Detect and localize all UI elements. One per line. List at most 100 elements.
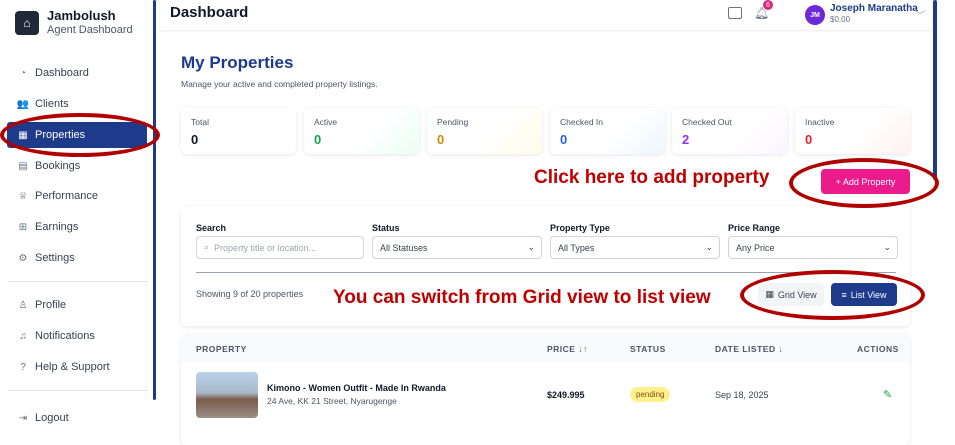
column-header-actions: ACTIONS xyxy=(857,344,899,354)
stat-card-pending: Pending 0 xyxy=(427,108,542,154)
top-bar: Dashboard 🔔︎ 6 JM Joseph Maranatha $0.00… xyxy=(160,0,932,30)
dashboard-icon: ◔ xyxy=(19,67,27,79)
status-label: Status xyxy=(372,223,400,233)
sidebar-item-label: Earnings xyxy=(35,221,79,233)
stat-card-active: Active 0 xyxy=(304,108,419,154)
chevron-down-icon: ⌄ xyxy=(527,242,535,252)
stat-value: 0 xyxy=(560,132,568,147)
sidebar-item-label: Help & Support xyxy=(35,361,110,373)
status-select[interactable]: All Statuses ⌄ xyxy=(372,236,542,259)
page-scrollbar[interactable] xyxy=(933,0,937,180)
stat-label: Total xyxy=(191,117,209,127)
gear-icon: ⚙ xyxy=(18,252,28,264)
view-switch-hint: You can switch from Grid view to list vi… xyxy=(333,287,711,308)
notification-badge: 6 xyxy=(763,0,773,10)
sidebar-item-label: Bookings xyxy=(35,160,81,172)
sidebar-item-label: Settings xyxy=(35,252,75,264)
search-icon: ⌕ xyxy=(204,242,210,252)
help-icon: ? xyxy=(20,361,26,373)
property-type-value: All Types xyxy=(558,242,595,253)
price-range-label: Price Range xyxy=(728,223,781,233)
calendar-icon: ▤ xyxy=(18,160,28,172)
brand-text: Jambolush Agent Dashboard xyxy=(47,8,133,37)
column-header-date[interactable]: DATE LISTED ↓ xyxy=(715,344,783,354)
property-thumbnail xyxy=(196,372,258,418)
stat-label: Checked Out xyxy=(682,117,732,127)
sidebar-item-help[interactable]: ? Help & Support xyxy=(0,354,150,380)
stat-card-total: Total 0 xyxy=(181,108,296,154)
search-label: Search xyxy=(196,223,227,233)
status-badge: pending xyxy=(630,387,671,402)
stat-value: 0 xyxy=(437,132,445,147)
results-count: Showing 9 of 20 properties xyxy=(196,289,304,299)
trophy-icon: ♕ xyxy=(18,190,28,202)
app-root: ⌂ Jambolush Agent Dashboard ◔ Dashboard … xyxy=(0,0,955,445)
sidebar-item-label: Clients xyxy=(35,98,69,110)
search-input[interactable]: ⌕ Property title or location... xyxy=(196,236,364,259)
stat-value: 2 xyxy=(682,132,690,147)
chevron-down-icon: ⌄ xyxy=(705,242,713,252)
properties-highlight-ellipse xyxy=(0,113,160,157)
properties-table: PROPERTY PRICE ↓↑ STATUS DATE LISTED ↓ A… xyxy=(181,334,910,445)
logo-icon: ⌂ xyxy=(15,10,39,35)
bell-icon: ♫ xyxy=(19,330,27,342)
chat-icon[interactable] xyxy=(728,7,742,19)
stat-card-checked-in: Checked In 0 xyxy=(550,108,665,154)
property-type-select[interactable]: All Types ⌄ xyxy=(550,236,720,259)
sidebar-scrollbar[interactable] xyxy=(153,0,156,400)
sidebar-item-settings[interactable]: ⚙ Settings xyxy=(0,245,150,271)
brand: ⌂ Jambolush Agent Dashboard xyxy=(15,8,133,37)
sidebar-item-performance[interactable]: ♕ Performance xyxy=(0,183,150,209)
sidebar-item-label: Dashboard xyxy=(35,67,89,79)
page-subtitle: Manage your active and completed propert… xyxy=(181,79,378,89)
sidebar-item-dashboard[interactable]: ◔ Dashboard xyxy=(0,60,150,86)
stat-value: 0 xyxy=(805,132,813,147)
sidebar-item-label: Profile xyxy=(35,299,67,311)
price-range-select[interactable]: Any Price ⌄ xyxy=(728,236,898,259)
sidebar-item-label: Logout xyxy=(35,412,69,424)
user-icon: ♙ xyxy=(18,299,28,311)
stat-card-checked-out: Checked Out 2 xyxy=(672,108,787,154)
sidebar-item-notifications[interactable]: ♫ Notifications xyxy=(0,323,150,349)
chevron-down-icon[interactable]: ﹀ xyxy=(915,7,925,22)
sidebar-divider xyxy=(8,281,148,282)
logout-icon: ⇥ xyxy=(18,412,28,424)
chevron-down-icon: ⌄ xyxy=(883,242,891,252)
property-address: 24 Ave, KK 21 Street, Nyarugenge xyxy=(267,396,397,406)
sidebar-divider xyxy=(8,390,148,391)
brand-subtitle: Agent Dashboard xyxy=(47,24,133,36)
earnings-icon: ⊞ xyxy=(18,221,28,233)
add-property-hint: Click here to add property xyxy=(534,167,770,188)
column-header-price[interactable]: PRICE ↓↑ xyxy=(547,344,588,354)
sidebar-item-profile[interactable]: ♙ Profile xyxy=(0,292,150,318)
stat-card-inactive: Inactive 0 xyxy=(795,108,910,154)
add-property-highlight-ellipse xyxy=(789,158,939,208)
avatar[interactable]: JM xyxy=(805,5,825,25)
page-header-title: Dashboard xyxy=(170,4,249,21)
brand-name: Jambolush xyxy=(47,8,116,23)
view-toggle-highlight-ellipse xyxy=(740,270,925,320)
search-placeholder: Property title or location... xyxy=(214,242,317,253)
column-header-status: STATUS xyxy=(630,344,666,354)
property-price: $249.995 xyxy=(547,390,585,400)
table-header: PROPERTY PRICE ↓↑ STATUS DATE LISTED ↓ A… xyxy=(181,334,910,362)
stat-label: Checked In xyxy=(560,117,603,127)
user-balance: $0.00 xyxy=(830,15,851,24)
stat-value: 0 xyxy=(314,132,322,147)
sidebar-item-earnings[interactable]: ⊞ Earnings xyxy=(0,214,150,240)
column-header-property: PROPERTY xyxy=(196,344,247,354)
edit-icon[interactable]: ✎ xyxy=(883,388,892,401)
stat-value: 0 xyxy=(191,132,199,147)
clients-icon: 👥 xyxy=(16,98,30,110)
status-value: All Statuses xyxy=(380,242,428,253)
price-range-value: Any Price xyxy=(736,242,775,253)
sidebar-item-logout[interactable]: ⇥ Logout xyxy=(0,405,150,431)
sidebar-item-label: Performance xyxy=(35,190,98,202)
sidebar: ⌂ Jambolush Agent Dashboard ◔ Dashboard … xyxy=(0,0,156,445)
property-type-label: Property Type xyxy=(550,223,610,233)
date-listed: Sep 18, 2025 xyxy=(715,390,769,400)
stat-label: Pending xyxy=(437,117,469,127)
stat-label: Inactive xyxy=(805,117,835,127)
user-name[interactable]: Joseph Maranatha xyxy=(830,3,918,14)
property-name[interactable]: Kimono - Women Outfit - Made In Rwanda xyxy=(267,383,446,393)
